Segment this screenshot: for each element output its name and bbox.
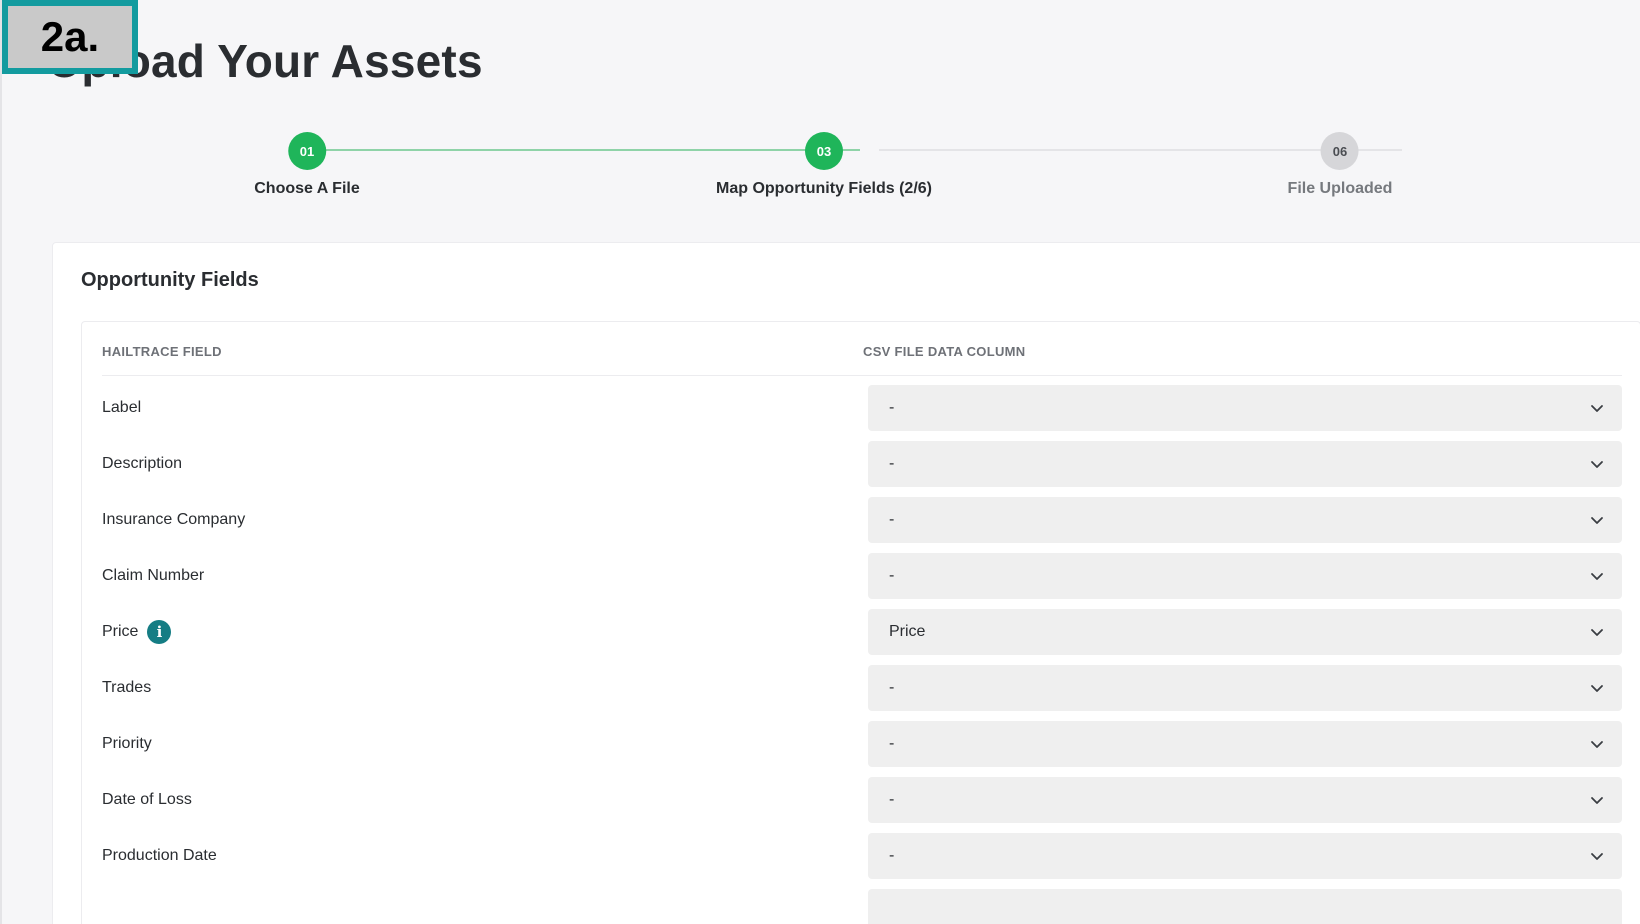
field-label-text: Trades — [102, 679, 152, 696]
app-canvas: 2a. Upload Your Assets 01 Choose A File … — [0, 0, 1640, 924]
table-row: Description - — [102, 441, 1622, 487]
select-value: - — [889, 511, 895, 528]
field-mapping-table: HAILTRACE FIELD CSV FILE DATA COLUMN Lab… — [81, 321, 1640, 924]
table-row: Date of Loss - — [102, 777, 1622, 823]
step-map-fields[interactable]: 03 Map Opportunity Fields (2/6) — [716, 132, 932, 198]
select-value: - — [889, 847, 895, 864]
step-number-badge: 06 — [1321, 132, 1359, 170]
chevron-down-icon — [1591, 853, 1603, 860]
annotation-badge: 2a. — [2, 0, 138, 74]
field-label-text: Claim Number — [102, 567, 205, 584]
select-value: - — [889, 791, 895, 808]
step-file-uploaded[interactable]: 06 File Uploaded — [1287, 132, 1393, 198]
table-row: Production Date - — [102, 833, 1622, 879]
csv-column-select[interactable]: - — [868, 441, 1622, 487]
step-choose-file[interactable]: 01 Choose A File — [254, 132, 360, 198]
card-title: Opportunity Fields — [81, 269, 259, 291]
field-label-text: Date of Loss — [102, 791, 192, 808]
progress-stepper: 01 Choose A File 03 Map Opportunity Fiel… — [2, 128, 1640, 208]
csv-column-select[interactable]: - — [868, 721, 1622, 767]
field-label: Description — [102, 441, 182, 487]
select-value: Price — [889, 623, 926, 640]
field-label: Claim Number — [102, 553, 204, 599]
select-value: - — [889, 679, 895, 696]
table-row: Priority - — [102, 721, 1622, 767]
field-label-text: Production Date — [102, 847, 217, 864]
csv-column-select[interactable]: - — [868, 553, 1622, 599]
column-header-csv-column: CSV FILE DATA COLUMN — [863, 344, 1026, 359]
field-label-text: Description — [102, 455, 183, 472]
field-label: Trades — [102, 665, 151, 711]
chevron-down-icon — [1591, 461, 1603, 468]
opportunity-fields-card: Opportunity Fields HAILTRACE FIELD CSV F… — [52, 242, 1640, 924]
table-row: Insurance Company - — [102, 497, 1622, 543]
chevron-down-icon — [1591, 405, 1603, 412]
chevron-down-icon — [1591, 741, 1603, 748]
field-label: Price i — [102, 609, 172, 655]
select-value: - — [889, 399, 895, 416]
step-label: Choose A File — [254, 180, 360, 197]
table-header: HAILTRACE FIELD CSV FILE DATA COLUMN — [102, 322, 1622, 376]
field-label-text: Priority — [102, 735, 152, 752]
table-row: Label - — [102, 385, 1622, 431]
field-label: Label — [102, 385, 141, 431]
csv-column-select[interactable]: - — [868, 385, 1622, 431]
csv-column-select[interactable]: - — [868, 665, 1622, 711]
table-row: Claim Number - — [102, 553, 1622, 599]
csv-column-select[interactable] — [868, 889, 1622, 924]
table-row: Price i Price — [102, 609, 1622, 655]
field-label: Insurance Company — [102, 497, 245, 543]
select-value: - — [889, 455, 895, 472]
field-label: Priority — [102, 721, 152, 767]
step-number-badge: 03 — [804, 132, 843, 170]
field-label: Production Date — [102, 833, 217, 879]
column-header-hailtrace-field: HAILTRACE FIELD — [102, 344, 222, 359]
chevron-down-icon — [1591, 517, 1603, 524]
step-label: File Uploaded — [1287, 180, 1393, 197]
field-label-text: Price — [102, 623, 139, 640]
step-number-badge: 01 — [288, 132, 326, 170]
step-label: Map Opportunity Fields (2/6) — [715, 180, 933, 197]
chevron-down-icon — [1591, 797, 1603, 804]
chevron-down-icon — [1591, 629, 1603, 636]
csv-column-select[interactable]: - — [868, 777, 1622, 823]
info-icon[interactable]: i — [147, 620, 172, 644]
csv-column-select[interactable]: Price — [868, 609, 1622, 655]
field-label-text: Label — [102, 399, 142, 416]
field-label-text: Insurance Company — [102, 511, 246, 528]
select-value: - — [889, 735, 895, 752]
table-row: Trades - — [102, 665, 1622, 711]
chevron-down-icon — [1591, 685, 1603, 692]
csv-column-select[interactable]: - — [868, 833, 1622, 879]
csv-column-select[interactable]: - — [868, 497, 1622, 543]
chevron-down-icon — [1591, 573, 1603, 580]
select-value: - — [889, 567, 895, 584]
table-row-partial — [102, 889, 1622, 924]
field-label: Date of Loss — [102, 777, 192, 823]
